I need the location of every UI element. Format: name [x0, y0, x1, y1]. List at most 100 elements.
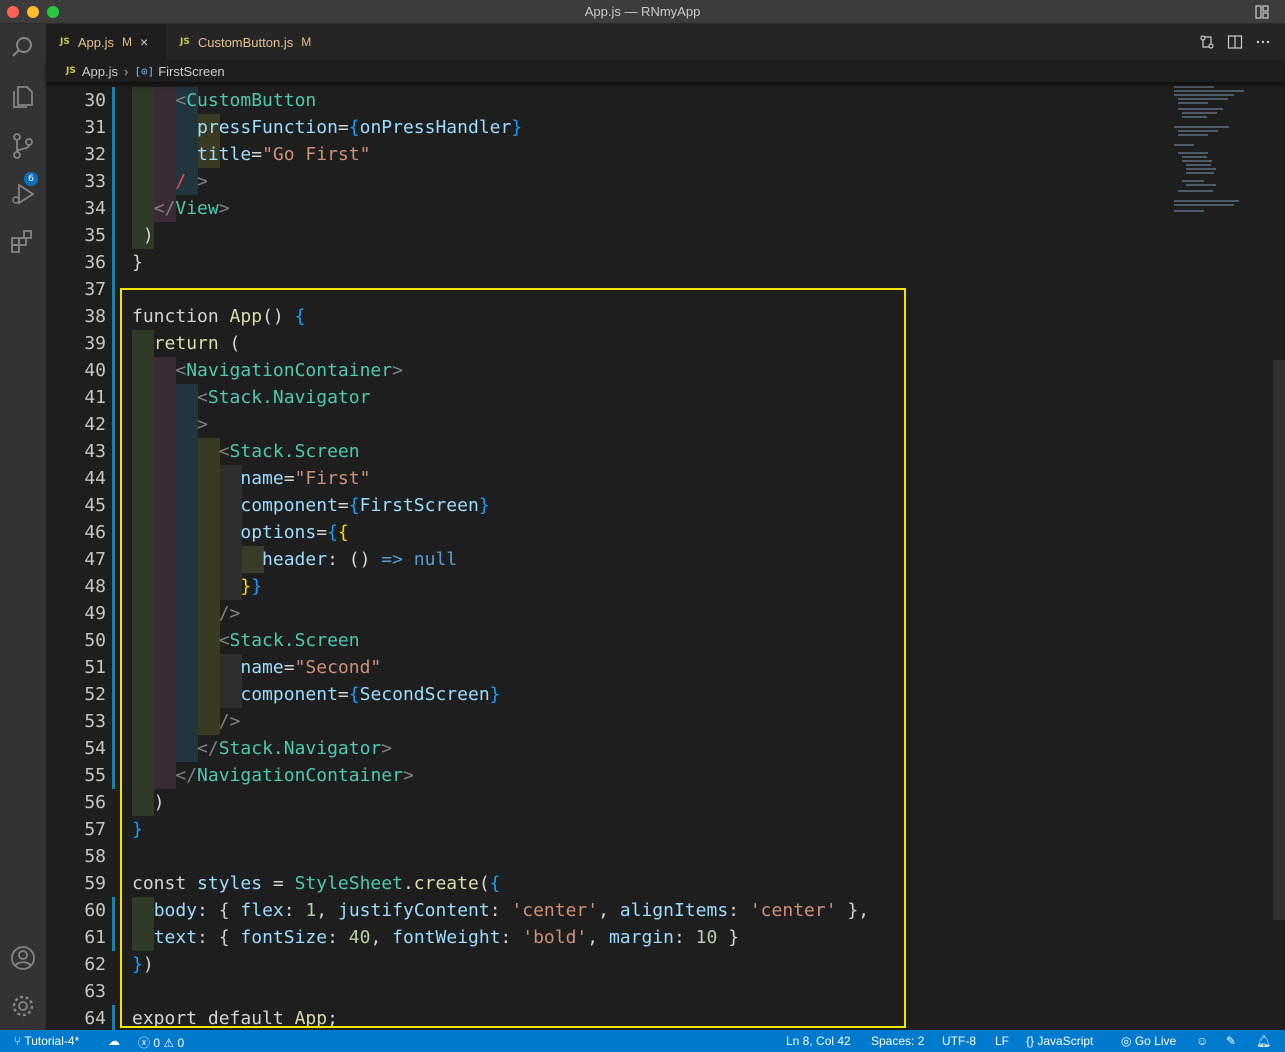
notifications-bell-icon[interactable]: 🔔︎: [1256, 1034, 1271, 1048]
breadcrumb-symbol[interactable]: FirstScreen: [158, 64, 224, 79]
sync-icon[interactable]: ☁: [108, 1034, 120, 1048]
problems-indicator[interactable]: ⓧ 0 ⚠ 0: [138, 1034, 184, 1051]
line-number: 49: [84, 603, 106, 624]
git-branch[interactable]: ⑂ Tutorial-4*: [14, 1034, 79, 1048]
git-modified-gutter-marker[interactable]: [112, 465, 115, 492]
status-bar: ⑂ Tutorial-4* ☁ ⓧ 0 ⚠ 0 Ln 8, Col 42 Spa…: [0, 1030, 1285, 1052]
line-number: 50: [84, 630, 106, 651]
git-modified-gutter-marker[interactable]: [112, 411, 115, 438]
code-line[interactable]: 30 <CustomButton: [46, 87, 1166, 114]
git-modified-gutter-marker[interactable]: [112, 708, 115, 735]
breadcrumb-file[interactable]: App.js: [82, 64, 118, 79]
error-icon: ⓧ: [138, 1036, 151, 1050]
git-modified-gutter-marker[interactable]: [112, 627, 115, 654]
git-modified-gutter-marker[interactable]: [112, 330, 115, 357]
breadcrumb: JS App.js › [⊙] FirstScreen: [46, 60, 1285, 82]
tab-app-js[interactable]: JS App.js M ×: [46, 24, 166, 60]
git-modified-gutter-marker[interactable]: [112, 519, 115, 546]
code-line[interactable]: 33 / >: [46, 168, 1166, 195]
search-icon[interactable]: [9, 34, 37, 62]
account-icon[interactable]: [9, 944, 37, 972]
git-modified-gutter-marker[interactable]: [112, 762, 115, 789]
editor-tab-bar: JS App.js M × JS CustomButton.js M: [46, 24, 1285, 60]
copilot-icon[interactable]: ☺: [1196, 1034, 1208, 1048]
code-line[interactable]: 32 title="Go First": [46, 141, 1166, 168]
code-line[interactable]: 34 </View>: [46, 195, 1166, 222]
git-modified-gutter-marker[interactable]: [112, 600, 115, 627]
code-line[interactable]: 36}: [46, 249, 1166, 276]
git-modified-gutter-marker[interactable]: [112, 249, 115, 276]
line-number: 45: [84, 495, 106, 516]
line-number: 53: [84, 711, 106, 732]
git-modified-gutter-marker[interactable]: [112, 438, 115, 465]
line-number: 32: [84, 144, 106, 165]
encoding[interactable]: UTF-8: [942, 1034, 976, 1048]
symbol-variable-icon: [⊙]: [134, 64, 155, 78]
git-modified-gutter-marker[interactable]: [112, 1005, 115, 1030]
scrollbar-thumb[interactable]: [1273, 360, 1285, 920]
line-number: 61: [84, 927, 106, 948]
open-changes-icon[interactable]: [1199, 34, 1215, 50]
line-number: 43: [84, 441, 106, 462]
line-number: 59: [84, 873, 106, 894]
explorer-icon[interactable]: [9, 83, 37, 111]
indentation[interactable]: Spaces: 2: [871, 1034, 924, 1048]
modified-indicator: M: [301, 35, 312, 49]
line-number: 35: [84, 225, 106, 246]
git-modified-gutter-marker[interactable]: [112, 141, 115, 168]
git-modified-gutter-marker[interactable]: [112, 924, 115, 951]
end-of-line[interactable]: LF: [995, 1034, 1009, 1048]
source-control-icon[interactable]: [9, 132, 37, 160]
activity-bar: 6: [0, 24, 46, 1030]
git-modified-gutter-marker[interactable]: [112, 195, 115, 222]
git-modified-gutter-marker[interactable]: [112, 222, 115, 249]
line-number: 40: [84, 360, 106, 381]
git-branch-icon: ⑂: [14, 1034, 22, 1048]
settings-gear-icon[interactable]: [9, 992, 37, 1020]
code-line[interactable]: 35 ): [46, 222, 1166, 249]
extensions-icon[interactable]: [9, 228, 37, 256]
more-actions-icon[interactable]: [1255, 34, 1271, 50]
line-number: 62: [84, 954, 106, 975]
language-mode[interactable]: {} JavaScript: [1026, 1034, 1093, 1048]
git-modified-gutter-marker[interactable]: [112, 681, 115, 708]
line-number: 64: [84, 1008, 106, 1029]
tab-label: App.js: [77, 34, 114, 50]
modified-indicator: M: [121, 35, 132, 49]
braces-icon: {}: [1026, 1034, 1035, 1048]
go-live-button[interactable]: ◎ Go Live: [1121, 1034, 1176, 1048]
git-modified-gutter-marker[interactable]: [112, 114, 115, 141]
line-number: 48: [84, 576, 106, 597]
line-number: 46: [84, 522, 106, 543]
vertical-scrollbar[interactable]: [1273, 82, 1285, 1030]
cursor-position[interactable]: Ln 8, Col 42: [786, 1034, 851, 1048]
feedback-icon[interactable]: ✎: [1226, 1034, 1236, 1048]
git-modified-gutter-marker[interactable]: [112, 735, 115, 762]
git-modified-gutter-marker[interactable]: [112, 897, 115, 924]
code-text: ): [132, 225, 154, 246]
split-editor-icon[interactable]: [1227, 34, 1243, 50]
tab-custombutton-js[interactable]: JS CustomButton.js M: [166, 24, 342, 60]
line-number: 37: [84, 279, 106, 300]
git-modified-gutter-marker[interactable]: [112, 384, 115, 411]
git-modified-gutter-marker[interactable]: [112, 168, 115, 195]
git-modified-gutter-marker[interactable]: [112, 87, 115, 114]
git-modified-gutter-marker[interactable]: [112, 546, 115, 573]
git-modified-gutter-marker[interactable]: [112, 276, 115, 303]
git-modified-gutter-marker[interactable]: [112, 303, 115, 330]
broadcast-icon: ◎: [1121, 1034, 1132, 1048]
minimap[interactable]: [1168, 82, 1273, 222]
close-tab-icon[interactable]: ×: [140, 34, 148, 50]
git-modified-gutter-marker[interactable]: [112, 654, 115, 681]
line-number: 60: [84, 900, 106, 921]
line-number: 54: [84, 738, 106, 759]
git-modified-gutter-marker[interactable]: [112, 492, 115, 519]
git-modified-gutter-marker[interactable]: [112, 357, 115, 384]
code-editor[interactable]: 30 <CustomButton 31 pressFunction={onPres…: [46, 82, 1285, 1030]
chevron-right-icon: ›: [123, 63, 129, 79]
customize-layout-icon[interactable]: [1255, 5, 1269, 19]
git-modified-gutter-marker[interactable]: [112, 573, 115, 600]
run-debug-icon[interactable]: [9, 180, 37, 208]
code-line[interactable]: 31 pressFunction={onPressHandler}: [46, 114, 1166, 141]
line-number: 39: [84, 333, 106, 354]
